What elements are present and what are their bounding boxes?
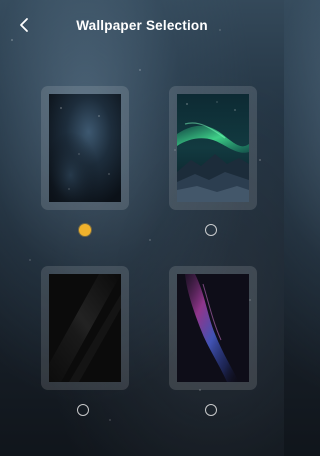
wallpaper-card-purple-streak[interactable] xyxy=(169,266,257,390)
wallpaper-thumbnail xyxy=(49,94,121,202)
wallpaper-card-black-diagonal[interactable] xyxy=(41,266,129,390)
wallpaper-radio-selected[interactable] xyxy=(79,224,91,236)
wallpaper-radio[interactable] xyxy=(205,224,217,236)
wallpaper-thumbnail xyxy=(49,274,121,382)
wallpaper-card-dark-nebula[interactable] xyxy=(41,86,129,210)
wallpaper-thumbnail xyxy=(177,274,249,382)
wallpaper-radio[interactable] xyxy=(77,404,89,416)
wallpaper-card-aurora[interactable] xyxy=(169,86,257,210)
wallpaper-thumbnail xyxy=(177,94,249,202)
wallpaper-grid xyxy=(0,0,284,456)
wallpaper-radio[interactable] xyxy=(205,404,217,416)
